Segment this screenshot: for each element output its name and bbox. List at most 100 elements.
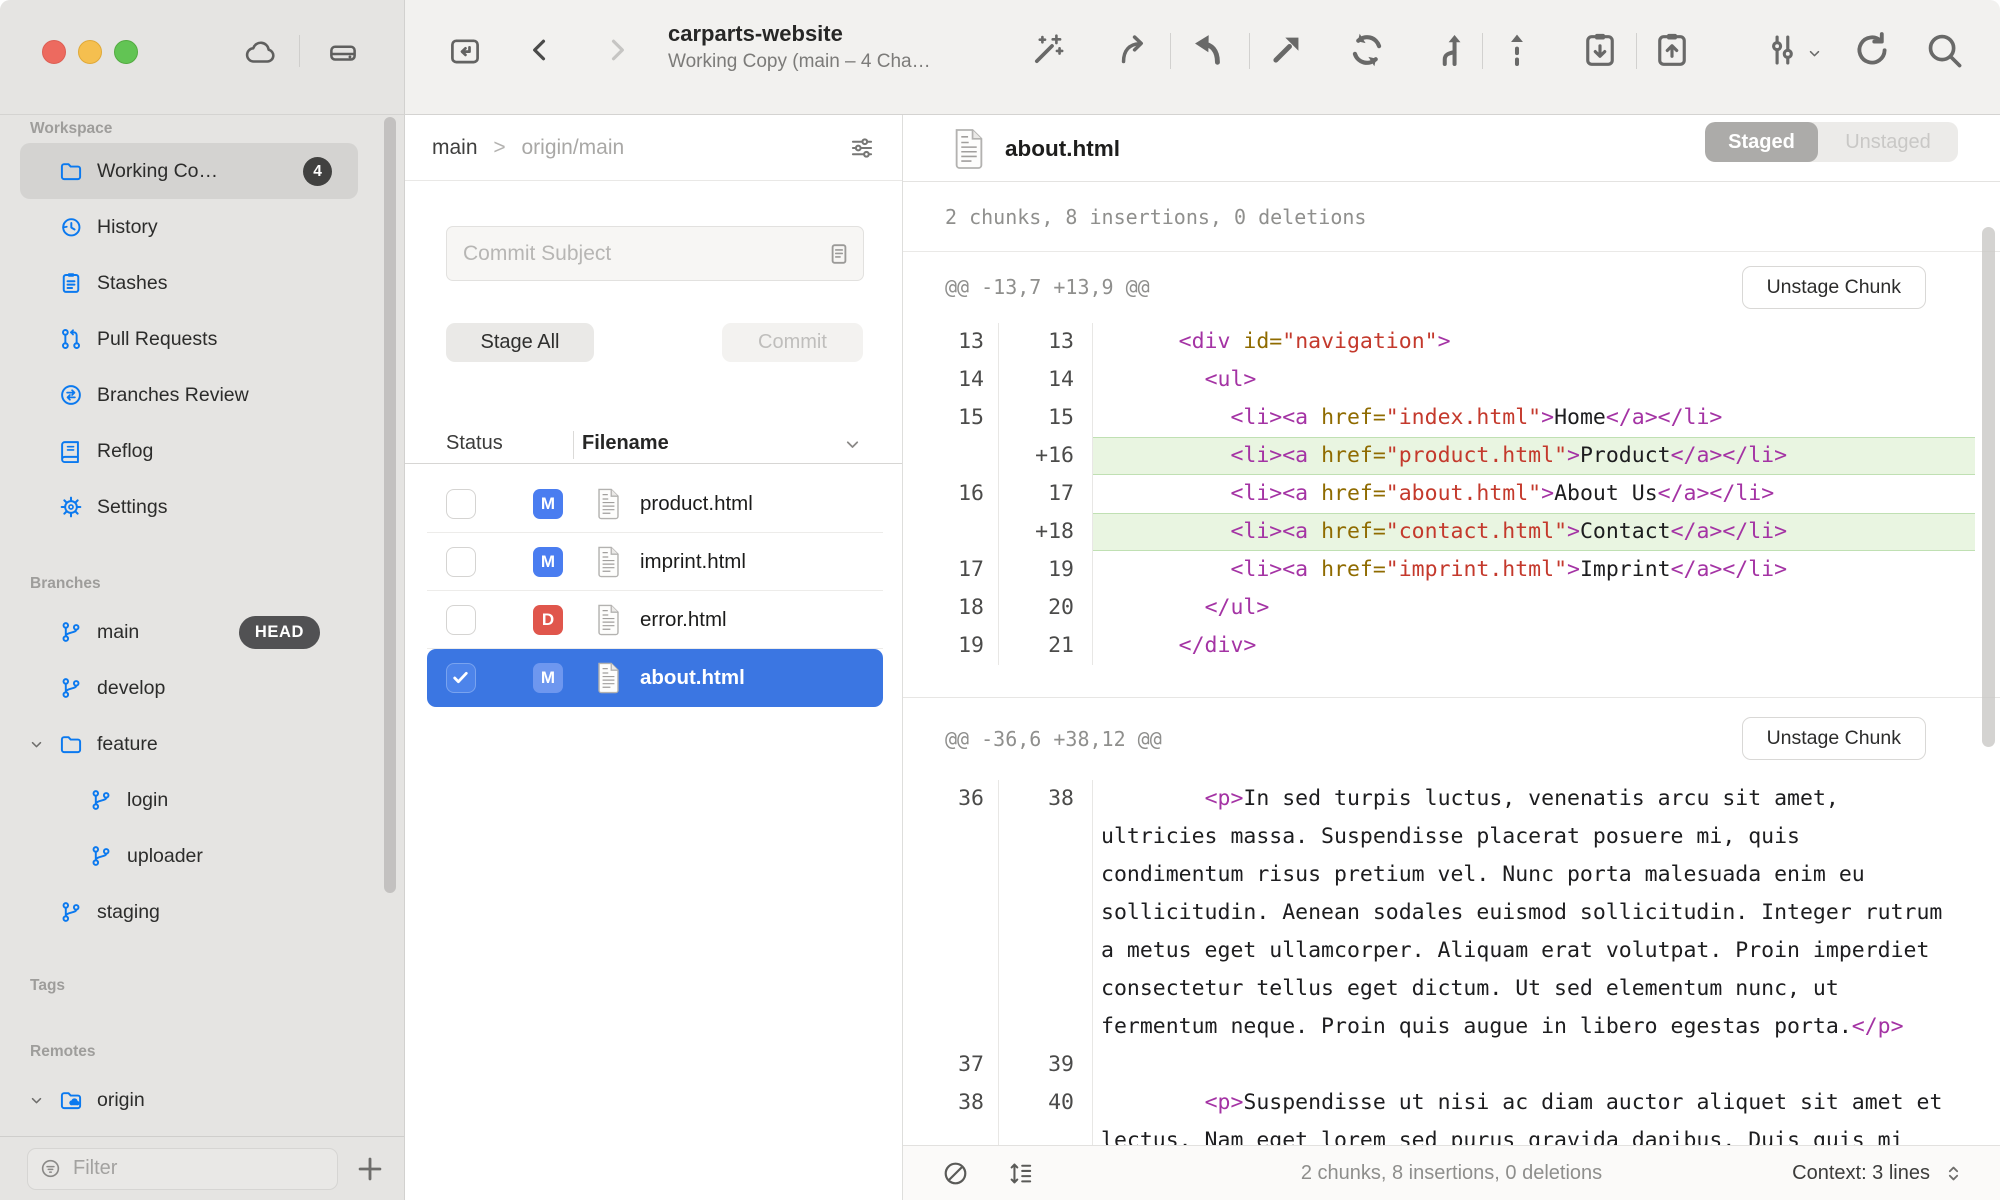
pull-request-icon bbox=[58, 326, 84, 352]
sidebar-item-label: feature bbox=[97, 733, 158, 756]
context-stepper-icon[interactable] bbox=[1943, 1162, 1964, 1185]
code-text: <li><a href="imprint.html">Imprint</a></… bbox=[1093, 551, 1975, 589]
tab-staged[interactable]: Staged bbox=[1705, 122, 1818, 162]
zoom-window-button[interactable] bbox=[114, 40, 138, 64]
count-badge: 4 bbox=[303, 157, 332, 186]
chunk-header: @@ -36,6 +38,12 @@ Unstage Chunk bbox=[903, 698, 2000, 780]
sidebar-item-branches-review[interactable]: Branches Review bbox=[20, 367, 358, 423]
sidebar-item-main[interactable]: mainHEAD bbox=[20, 604, 358, 660]
sidebar-item-origin[interactable]: origin bbox=[20, 1072, 358, 1128]
folder-icon bbox=[58, 158, 84, 184]
commit-subject-input[interactable] bbox=[447, 227, 863, 280]
sidebar-item-develop[interactable]: develop bbox=[20, 660, 358, 716]
minimize-window-button[interactable] bbox=[78, 40, 102, 64]
cloud-icon[interactable] bbox=[243, 36, 279, 70]
chevron-down-icon[interactable] bbox=[28, 1092, 45, 1109]
sidebar-item-label: main bbox=[97, 621, 139, 644]
pull-icon[interactable] bbox=[1187, 29, 1229, 71]
diff-chunk: @@ -36,6 +38,12 @@ Unstage Chunk 3638 <p>I… bbox=[903, 698, 2000, 1145]
diff-scrollbar[interactable] bbox=[1982, 227, 1995, 747]
refresh-icon[interactable] bbox=[1851, 29, 1893, 71]
chevron-down-icon[interactable] bbox=[1806, 45, 1823, 62]
file-row-error-html[interactable]: Derror.html bbox=[427, 591, 883, 649]
breadcrumb-upstream[interactable]: origin/main bbox=[521, 136, 624, 159]
view-options-icon[interactable] bbox=[1761, 29, 1803, 71]
sync-icon[interactable] bbox=[1346, 29, 1388, 71]
sidebar-item-label: History bbox=[97, 216, 158, 239]
sidebar-item-uploader[interactable]: uploader bbox=[20, 828, 358, 884]
new-line-number: 40 bbox=[999, 1084, 1093, 1145]
push-icon[interactable] bbox=[1265, 29, 1307, 71]
add-button[interactable] bbox=[353, 1152, 387, 1186]
repository-icon[interactable] bbox=[446, 33, 484, 69]
sidebar-item-label: login bbox=[127, 789, 168, 812]
diff-line: 1719 <li><a href="imprint.html">Imprint<… bbox=[930, 551, 1975, 589]
new-line-number: +18 bbox=[999, 513, 1093, 551]
new-line-number: 15 bbox=[999, 399, 1093, 437]
status-badge: D bbox=[533, 605, 563, 635]
new-line-number: +16 bbox=[999, 437, 1093, 475]
column-divider[interactable] bbox=[573, 431, 574, 459]
commit-description-icon[interactable] bbox=[826, 241, 852, 267]
view-filter-icon[interactable] bbox=[848, 134, 876, 162]
search-icon[interactable] bbox=[1923, 29, 1965, 71]
sidebar-scrollbar[interactable] bbox=[384, 117, 396, 893]
commit-button[interactable]: Commit bbox=[722, 323, 863, 362]
branches-review-icon bbox=[58, 382, 84, 408]
sidebar-item-feature[interactable]: feature bbox=[20, 716, 358, 772]
stage-checkbox[interactable] bbox=[446, 547, 476, 577]
file-row-imprint-html[interactable]: Mimprint.html bbox=[427, 533, 883, 591]
section-label-workspace: Workspace bbox=[30, 117, 404, 141]
wand-icon[interactable] bbox=[1027, 29, 1069, 71]
sidebar-item-pull-requests[interactable]: Pull Requests bbox=[20, 311, 358, 367]
stage-checkbox[interactable] bbox=[446, 489, 476, 519]
titlebar-sidebar-segment bbox=[0, 0, 405, 114]
sidebar-item-label: Stashes bbox=[97, 272, 167, 295]
close-window-button[interactable] bbox=[42, 40, 66, 64]
breadcrumb-current-branch[interactable]: main bbox=[432, 136, 478, 159]
context-lines-label[interactable]: Context: 3 lines bbox=[1792, 1146, 1930, 1200]
chevron-down-icon[interactable] bbox=[843, 435, 862, 454]
file-row-product-html[interactable]: Mproduct.html bbox=[427, 475, 883, 533]
diff-panel: about.html Staged Unstaged 2 chunks, 8 i… bbox=[903, 115, 2000, 1200]
chunk-range: @@ -36,6 +38,12 @@ bbox=[945, 698, 1162, 780]
sidebar-item-reflog[interactable]: Reflog bbox=[20, 423, 358, 479]
filter-input[interactable] bbox=[71, 1156, 337, 1181]
stash-pop-icon[interactable] bbox=[1651, 29, 1693, 71]
code-text: <li><a href="index.html">Home</a></li> bbox=[1093, 399, 1975, 437]
file-row-about-html[interactable]: Mabout.html bbox=[427, 649, 883, 707]
sidebar-item-label: origin bbox=[97, 1089, 145, 1112]
sidebar-item-working-co[interactable]: Working Co…4 bbox=[20, 143, 358, 199]
branch-icon bbox=[58, 899, 84, 925]
sidebar-item-settings[interactable]: Settings bbox=[20, 479, 358, 535]
filter-field[interactable] bbox=[27, 1148, 338, 1190]
back-button[interactable] bbox=[524, 32, 556, 68]
status-badge: M bbox=[533, 663, 563, 693]
old-line-number: 36 bbox=[930, 780, 999, 1046]
sidebar-item-stashes[interactable]: Stashes bbox=[20, 255, 358, 311]
status-column-header[interactable]: Status bbox=[446, 432, 503, 455]
unstage-chunk-button[interactable]: Unstage Chunk bbox=[1742, 266, 1926, 309]
tab-unstaged[interactable]: Unstaged bbox=[1818, 122, 1958, 162]
diff-table: 3638 <p>In sed turpis luctus, venenatis … bbox=[930, 780, 1975, 1145]
section-label-remotes: Remotes bbox=[30, 1040, 404, 1064]
sidebar-section-branches: BranchesmainHEADdevelopfeatureloginuploa… bbox=[0, 572, 404, 940]
local-drive-icon[interactable] bbox=[325, 36, 361, 70]
stash-save-icon[interactable] bbox=[1579, 29, 1621, 71]
old-line-number bbox=[930, 437, 999, 475]
stage-checkbox[interactable] bbox=[446, 605, 476, 635]
dashed-up-icon[interactable] bbox=[1496, 29, 1538, 71]
unstage-chunk-button[interactable]: Unstage Chunk bbox=[1742, 717, 1926, 760]
fetch-icon[interactable] bbox=[1112, 29, 1154, 71]
branch-up-icon[interactable] bbox=[1429, 29, 1471, 71]
chevron-down-icon[interactable] bbox=[28, 736, 45, 753]
diff-body: 2 chunks, 8 insertions, 0 deletions @@ -… bbox=[903, 182, 2000, 1145]
sidebar-item-login[interactable]: login bbox=[20, 772, 358, 828]
sidebar-item-staging[interactable]: staging bbox=[20, 884, 358, 940]
new-line-number: 21 bbox=[999, 627, 1093, 665]
stage-all-button[interactable]: Stage All bbox=[446, 323, 594, 362]
sidebar-item-history[interactable]: History bbox=[20, 199, 358, 255]
forward-button[interactable] bbox=[601, 32, 633, 68]
stage-checkbox[interactable] bbox=[446, 663, 476, 693]
filename-column-header[interactable]: Filename bbox=[582, 432, 669, 455]
